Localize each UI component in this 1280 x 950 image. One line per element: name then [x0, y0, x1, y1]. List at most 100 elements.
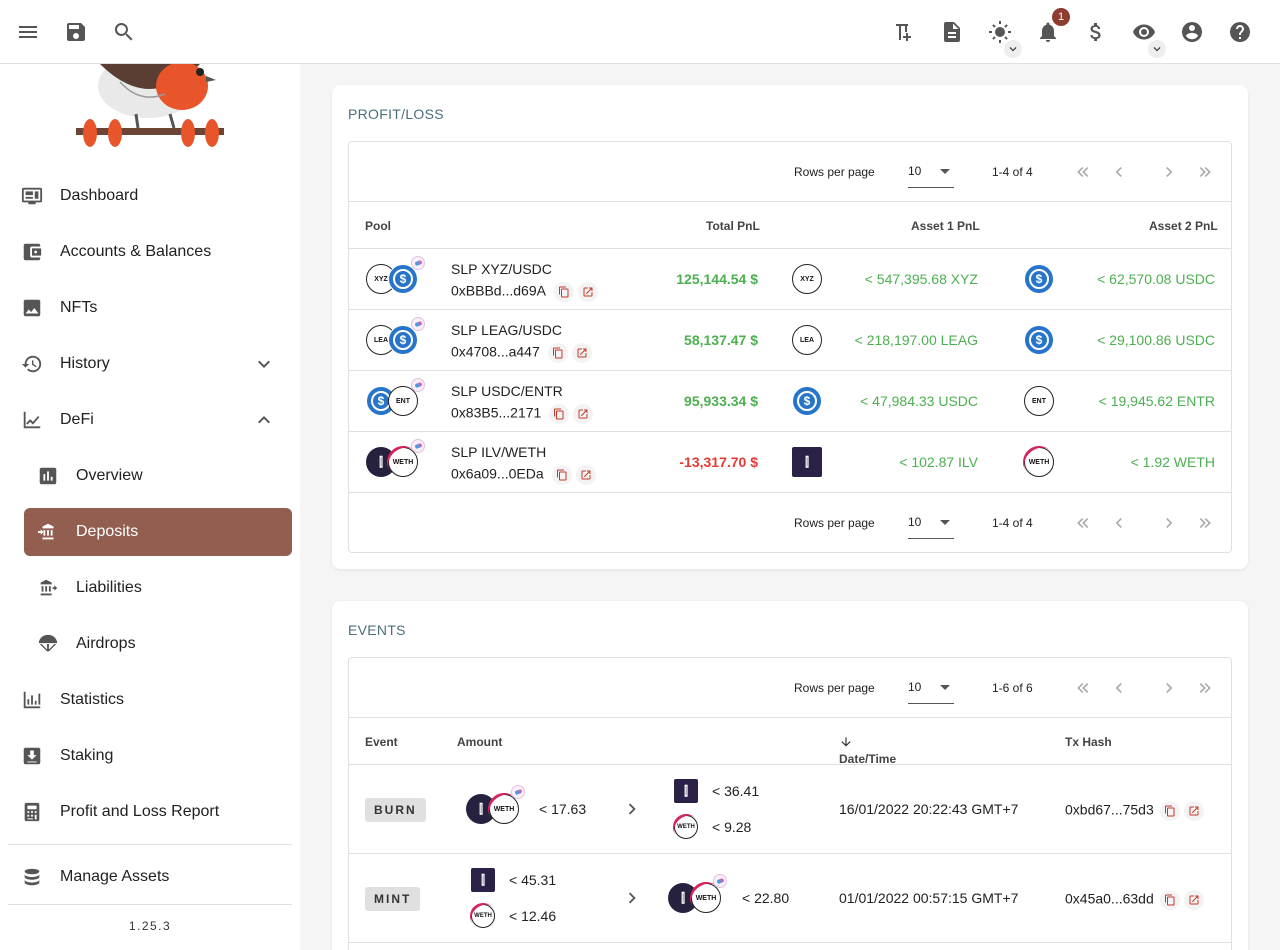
rows-per-page-label: Rows per page: [794, 165, 875, 179]
last-page-icon[interactable]: [1193, 676, 1217, 700]
ilv-token-icon: ⫿: [674, 779, 698, 803]
theme-icon[interactable]: [984, 16, 1022, 58]
events-table-header: Event Amount Date/Time Tx Hash: [349, 717, 1231, 766]
sidebar-item-overview[interactable]: Overview: [24, 452, 292, 500]
total-pnl: 58,137.47 $: [684, 332, 758, 348]
sidebar-item-statistics[interactable]: Statistics: [8, 676, 292, 724]
copy-icon[interactable]: [1159, 801, 1180, 821]
sidebar-item-dashboard[interactable]: Dashboard: [8, 172, 292, 220]
event-datetime: 16/01/2022 20:22:43 GMT+7: [839, 801, 1019, 817]
last-page-icon[interactable]: [1193, 511, 1217, 535]
sidebar-item-label: Dashboard: [60, 187, 139, 204]
sidebar-item-label: Liabilities: [76, 579, 142, 596]
amount-out: < 22.80: [742, 890, 790, 906]
rows-per-page-select[interactable]: 10: [908, 509, 954, 539]
events-pager: Rows per page 10 1-6 of 6: [349, 658, 1231, 718]
bar-chart-icon: [36, 464, 60, 488]
caret-down-icon: [940, 685, 950, 690]
pool-address: 0x4708...a447: [451, 343, 592, 363]
pool-name: SLP LEAG/USDC: [451, 322, 563, 338]
next-page-icon[interactable]: [1157, 676, 1181, 700]
first-page-icon[interactable]: [1071, 160, 1095, 184]
help-icon[interactable]: [1224, 16, 1256, 48]
first-page-icon[interactable]: [1071, 511, 1095, 535]
event-datetime: 01/01/2022 00:57:15 GMT+7: [839, 890, 1019, 906]
menu-icon[interactable]: [12, 16, 44, 48]
col-asset2-pnl: Asset 2 PnL: [1149, 219, 1218, 233]
notes-icon[interactable]: [936, 16, 968, 48]
sidebar-item-label: Profit and Loss Report: [60, 803, 220, 820]
privacy-chevron-icon[interactable]: [1148, 40, 1166, 58]
sidebar-item-pnl-report[interactable]: Profit and Loss Report: [8, 788, 292, 836]
copy-icon[interactable]: [551, 465, 572, 485]
external-link-icon[interactable]: [571, 343, 592, 363]
chevron-up-icon[interactable]: [252, 408, 276, 437]
notifications-icon[interactable]: 1: [1032, 8, 1070, 48]
last-page-icon[interactable]: [1193, 160, 1217, 184]
sidebar-item-history[interactable]: History: [8, 340, 292, 388]
rows-per-page-label: Rows per page: [794, 681, 875, 695]
pinned-icon[interactable]: [888, 16, 920, 48]
prev-page-icon[interactable]: [1107, 511, 1131, 535]
stats-icon: [20, 688, 44, 712]
copy-icon[interactable]: [553, 282, 574, 302]
address-text: 0xBBBd...d69A: [451, 282, 546, 299]
search-icon[interactable]: [108, 16, 140, 48]
copy-icon[interactable]: [547, 343, 568, 363]
pool-address: 0x6a09...0EDa: [451, 465, 596, 485]
first-page-icon[interactable]: [1071, 676, 1095, 700]
sidebar-item-defi[interactable]: DeFi: [8, 396, 292, 444]
rows-per-page-select[interactable]: 10: [908, 674, 954, 704]
app-version: 1.25.3: [128, 919, 172, 933]
privacy-icon[interactable]: [1128, 16, 1166, 58]
amount-out-1: < 36.41: [712, 783, 760, 799]
save-icon[interactable]: [60, 16, 92, 48]
sidebar-item-nfts[interactable]: NFTs: [8, 284, 292, 332]
account-icon[interactable]: [1176, 16, 1208, 48]
deposit-icon: [36, 520, 60, 544]
copy-icon[interactable]: [1159, 890, 1180, 910]
col-pool: Pool: [365, 219, 391, 233]
prev-page-icon[interactable]: [1107, 676, 1131, 700]
sidebar-item-accounts[interactable]: Accounts & Balances: [8, 228, 292, 276]
pnl-table: Rows per page 10 1-4 of 4 Pool Total PnL…: [348, 141, 1232, 553]
wallet-icon: [20, 240, 44, 264]
pool-name: SLP ILV/WETH: [451, 444, 547, 460]
sushiswap-icon: [411, 317, 425, 331]
sidebar-item-staking[interactable]: Staking: [8, 732, 292, 780]
sidebar-item-deposits[interactable]: Deposits: [24, 508, 292, 556]
ilv-token-icon: ⫿: [471, 868, 495, 892]
sidebar-divider: [8, 844, 292, 845]
tx-hash: 0x45a0...63dd: [1065, 890, 1204, 910]
usdc-token-icon: $: [1024, 264, 1054, 294]
tx-hash: 0xbd67...75d3: [1065, 801, 1204, 821]
staking-icon: [20, 744, 44, 768]
theme-chevron-icon[interactable]: [1004, 40, 1022, 58]
rows-per-page-label: Rows per page: [794, 516, 875, 530]
sidebar-item-airdrops[interactable]: Airdrops: [24, 620, 292, 668]
asset2-pnl: < 1.92 WETH: [1130, 454, 1215, 470]
events-title: EVENTS: [348, 622, 406, 638]
rows-per-page-select[interactable]: 10: [908, 158, 954, 188]
asset1-pnl: < 218,197.00 LEAG: [854, 332, 978, 348]
chevron-down-icon[interactable]: [252, 352, 276, 381]
next-page-icon[interactable]: [1157, 160, 1181, 184]
sidebar-item-label: Overview: [76, 467, 143, 484]
sushiswap-icon: [511, 785, 525, 799]
copy-icon[interactable]: [549, 404, 570, 424]
prev-page-icon[interactable]: [1107, 160, 1131, 184]
external-link-icon[interactable]: [1183, 801, 1204, 821]
external-link-icon[interactable]: [577, 282, 598, 302]
external-link-icon[interactable]: [575, 465, 596, 485]
next-page-icon[interactable]: [1157, 511, 1181, 535]
external-link-icon[interactable]: [573, 404, 594, 424]
sidebar-item-manage-assets[interactable]: Manage Assets: [8, 853, 292, 901]
sidebar-item-label: Manage Assets: [60, 868, 170, 885]
external-link-icon[interactable]: [1183, 890, 1204, 910]
asset1-pnl: < 47,984.33 USDC: [860, 393, 978, 409]
col-amount: Amount: [457, 735, 503, 749]
currency-icon[interactable]: [1080, 16, 1112, 48]
col-datetime[interactable]: Date/Time: [839, 735, 896, 766]
sidebar-item-liabilities[interactable]: Liabilities: [24, 564, 292, 612]
sidebar: Dashboard Accounts & Balances NFTs Histo…: [0, 64, 300, 950]
